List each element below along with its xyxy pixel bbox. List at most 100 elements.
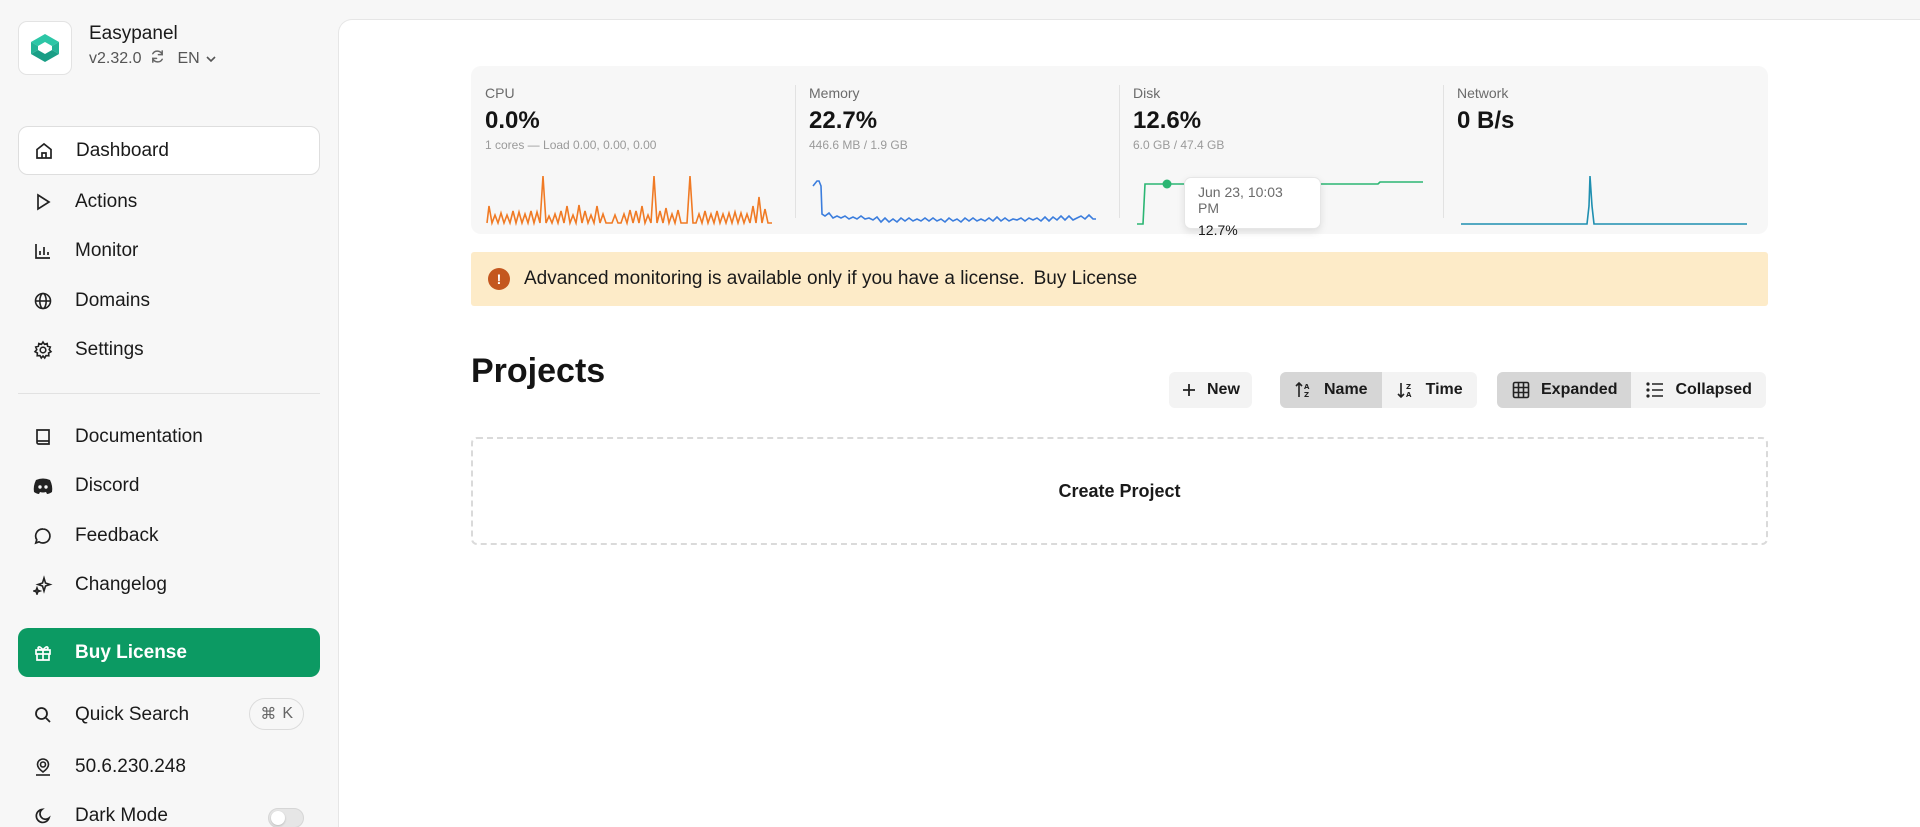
- nav-settings[interactable]: Settings: [18, 325, 320, 374]
- nav-feedback-label: Feedback: [75, 524, 159, 546]
- memory-label: Memory: [809, 85, 860, 101]
- network-label: Network: [1457, 85, 1509, 101]
- view-expanded-label: Expanded: [1541, 381, 1618, 398]
- nav-feedback[interactable]: Feedback: [18, 511, 320, 560]
- disk-label: Disk: [1133, 85, 1161, 101]
- main-panel: CPU 0.0% 1 cores — Load 0.00, 0.00, 0.00…: [338, 19, 1920, 827]
- svg-text:A: A: [1304, 383, 1310, 391]
- svg-text:Z: Z: [1304, 391, 1309, 399]
- alert-icon: !: [488, 268, 510, 290]
- brand: Easypanel v2.32.0 EN: [18, 21, 217, 75]
- view-toggle: Expanded Collapsed: [1497, 372, 1766, 408]
- view-expanded[interactable]: Expanded: [1497, 372, 1632, 408]
- list-icon: [1646, 382, 1664, 398]
- alert-message: Advanced monitoring is available only if…: [524, 268, 1025, 289]
- memory-sparkline: [812, 180, 1096, 224]
- svg-text:A: A: [1406, 391, 1412, 399]
- sort-toggle: AZ Name ZA Time: [1280, 372, 1477, 408]
- network-stat: Network 0 B/s: [1443, 66, 1767, 234]
- app-version: v2.32.0: [89, 50, 142, 67]
- dark-mode-label: Dark Mode: [75, 804, 168, 826]
- dark-mode-row: Dark Mode: [18, 791, 320, 827]
- quick-search[interactable]: Quick Search ⌘ K: [18, 690, 320, 739]
- nav-dashboard-label: Dashboard: [76, 139, 169, 161]
- nav-dashboard[interactable]: Dashboard: [18, 126, 320, 175]
- cpu-stat: CPU 0.0% 1 cores — Load 0.00, 0.00, 0.00: [471, 66, 795, 234]
- sidebar: Easypanel v2.32.0 EN Dashboard Actions M…: [0, 0, 338, 827]
- license-alert: ! Advanced monitoring is available only …: [471, 252, 1768, 306]
- buy-license-label: Buy License: [75, 641, 187, 663]
- sidebar-divider: [18, 393, 320, 394]
- language-selector[interactable]: EN: [177, 50, 216, 68]
- refresh-icon[interactable]: [150, 49, 165, 69]
- app-name: Easypanel: [89, 23, 178, 44]
- memory-detail: 446.6 MB / 1.9 GB: [809, 138, 908, 152]
- play-icon: [32, 191, 54, 213]
- cpu-detail: 1 cores — Load 0.00, 0.00, 0.00: [485, 138, 657, 152]
- cpu-sparkline: [486, 175, 772, 226]
- server-ip[interactable]: 50.6.230.248: [18, 742, 320, 791]
- language-label: EN: [177, 50, 200, 67]
- nav-monitor-label: Monitor: [75, 239, 139, 261]
- buy-license-button[interactable]: Buy License: [18, 628, 320, 677]
- message-circle-icon: [32, 525, 54, 547]
- easypanel-logo-icon: [31, 34, 59, 62]
- grid-icon: [1512, 381, 1530, 399]
- globe-icon: [32, 290, 54, 312]
- memory-value: 22.7%: [809, 107, 878, 134]
- sort-by-name-label: Name: [1324, 381, 1368, 398]
- sparkles-icon: [32, 574, 54, 596]
- projects-title: Projects: [471, 352, 606, 390]
- tooltip-value: 12.7%: [1198, 222, 1238, 238]
- discord-icon: [32, 475, 54, 497]
- memory-stat: Memory 22.7% 446.6 MB / 1.9 GB: [795, 66, 1119, 234]
- keyboard-shortcut-badge: ⌘ K: [249, 698, 304, 730]
- nav-changelog[interactable]: Changelog: [18, 560, 320, 609]
- book-icon: [32, 426, 54, 448]
- map-pin-user-icon: [32, 756, 54, 778]
- bar-chart-icon: [32, 240, 54, 262]
- svg-text:Z: Z: [1406, 383, 1411, 391]
- sort-by-time[interactable]: ZA Time: [1382, 372, 1477, 408]
- nav-settings-label: Settings: [75, 338, 144, 360]
- gift-icon: [32, 642, 54, 664]
- new-project-label: New: [1207, 381, 1240, 398]
- moon-icon: [32, 805, 54, 827]
- shortcut-key: K: [282, 705, 293, 722]
- view-collapsed[interactable]: Collapsed: [1631, 372, 1765, 408]
- nav-actions[interactable]: Actions: [18, 177, 320, 226]
- nav-actions-label: Actions: [75, 190, 138, 212]
- nav-monitor[interactable]: Monitor: [18, 226, 320, 275]
- dark-mode-toggle[interactable]: [268, 808, 304, 827]
- create-project-label: Create Project: [1058, 480, 1181, 501]
- create-project-card[interactable]: Create Project: [471, 437, 1768, 545]
- disk-detail: 6.0 GB / 47.4 GB: [1133, 138, 1225, 152]
- easypanel-logo[interactable]: [18, 21, 72, 75]
- new-project-button[interactable]: New: [1169, 372, 1252, 408]
- sort-by-name[interactable]: AZ Name: [1280, 372, 1382, 408]
- network-value: 0 B/s: [1457, 107, 1515, 134]
- nav-discord-label: Discord: [75, 474, 140, 496]
- home-icon: [33, 140, 55, 162]
- nav-changelog-label: Changelog: [75, 573, 167, 595]
- nav-documentation-label: Documentation: [75, 425, 203, 447]
- sort-by-time-label: Time: [1425, 381, 1463, 398]
- quick-search-label: Quick Search: [75, 703, 190, 725]
- nav-domains[interactable]: Domains: [18, 276, 320, 325]
- cpu-label: CPU: [485, 85, 515, 101]
- sort-desc-icon: ZA: [1397, 383, 1412, 399]
- command-key-icon: ⌘: [260, 706, 277, 723]
- nav-discord[interactable]: Discord: [18, 461, 320, 510]
- system-stats: CPU 0.0% 1 cores — Load 0.00, 0.00, 0.00…: [471, 66, 1768, 238]
- tooltip-time: Jun 23, 10:03 PM: [1198, 184, 1283, 216]
- disk-value: 12.6%: [1133, 107, 1202, 134]
- sort-alpha-icon: AZ: [1295, 381, 1310, 399]
- alert-buy-license-link[interactable]: Buy License: [1034, 268, 1138, 290]
- chevron-down-icon: [206, 56, 216, 63]
- chart-tooltip: Jun 23, 10:03 PM 12.7%: [1184, 177, 1321, 238]
- gear-icon: [32, 339, 54, 361]
- cpu-value: 0.0%: [485, 107, 540, 134]
- nav-documentation[interactable]: Documentation: [18, 412, 320, 461]
- disk-hover-point: [1162, 179, 1172, 189]
- network-sparkline: [1461, 175, 1747, 225]
